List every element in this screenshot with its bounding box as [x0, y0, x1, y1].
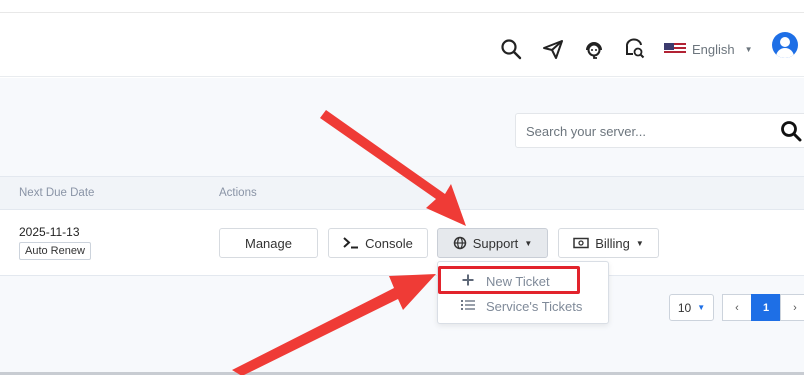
column-actions: Actions: [219, 187, 257, 199]
list-icon: [460, 299, 476, 314]
table-header: Next Due Date Actions: [0, 176, 804, 210]
server-search: [515, 113, 804, 148]
column-next-due-date: Next Due Date: [19, 187, 95, 199]
menu-item-services-tickets[interactable]: Service's Tickets: [438, 293, 610, 319]
console-label: Console: [365, 235, 413, 251]
page-number: 1: [762, 301, 770, 314]
support-dropdown-menu: New Ticket Service's Tickets: [437, 261, 609, 324]
prev-icon: ‹: [735, 301, 739, 314]
support-button[interactable]: Support ▼: [437, 228, 548, 258]
per-page-value: 10: [677, 300, 692, 315]
top-header: English ▼: [0, 13, 804, 77]
chevron-down-icon: ▼: [635, 238, 644, 248]
manage-button[interactable]: Manage: [219, 228, 318, 258]
terminal-icon: [343, 237, 359, 249]
billing-label: Billing: [595, 235, 630, 251]
us-flag-icon: [664, 43, 686, 55]
plus-icon: [460, 274, 476, 289]
next-icon: ›: [793, 301, 797, 314]
manage-label: Manage: [245, 235, 292, 251]
billing-button[interactable]: Billing ▼: [558, 228, 659, 258]
menu-item-label: Service's Tickets: [486, 298, 583, 314]
chevron-down-icon: ▼: [524, 238, 533, 248]
due-date: 2025-11-13: [19, 225, 80, 239]
language-selector[interactable]: English ▼: [664, 37, 753, 61]
chevron-down-icon: ▼: [744, 44, 753, 54]
ticket-search-icon[interactable]: [623, 37, 647, 61]
money-icon: [573, 237, 589, 249]
search-input[interactable]: [526, 122, 766, 140]
search-icon[interactable]: [499, 37, 523, 61]
status-badge: Auto Renew: [19, 242, 91, 260]
support-agent-icon[interactable]: [582, 37, 606, 61]
language-label: English: [692, 41, 735, 57]
chevron-down-icon: ▼: [697, 303, 706, 312]
globe-icon: [453, 236, 467, 250]
search-icon[interactable]: [780, 120, 802, 142]
menu-item-new-ticket[interactable]: New Ticket: [438, 268, 610, 294]
user-avatar-icon[interactable]: [772, 32, 798, 58]
pagination-page-1[interactable]: 1: [751, 294, 781, 321]
console-button[interactable]: Console: [328, 228, 428, 258]
support-label: Support: [472, 235, 519, 251]
menu-item-label: New Ticket: [486, 273, 550, 289]
pagination-next[interactable]: ›: [780, 294, 804, 321]
send-icon[interactable]: [541, 37, 565, 61]
pagination-prev[interactable]: ‹: [722, 294, 752, 321]
per-page-select[interactable]: 10 ▼: [669, 294, 714, 321]
